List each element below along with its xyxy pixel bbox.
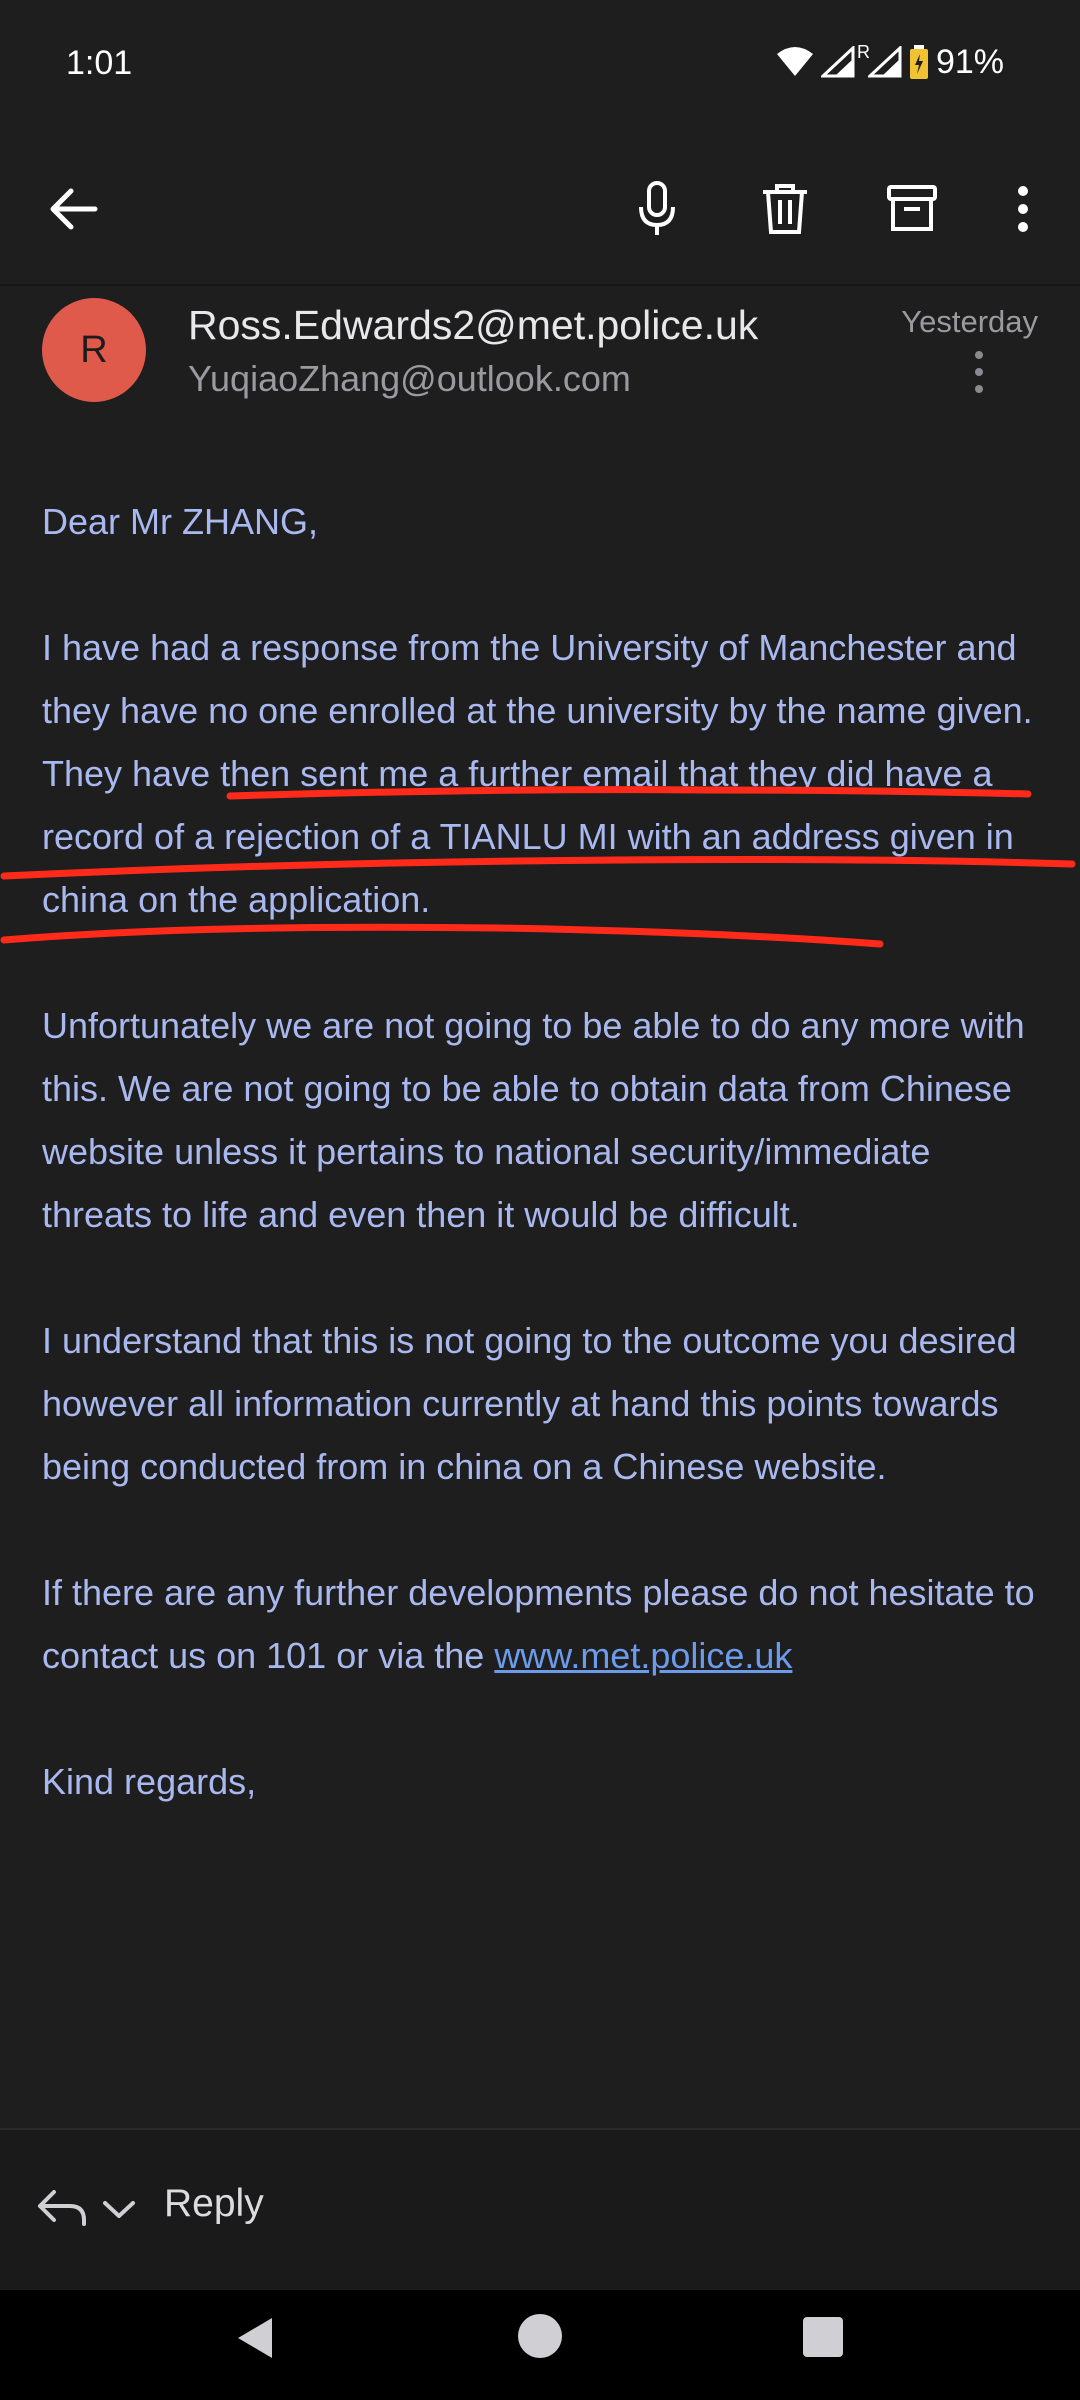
status-bar: 1:01 R 91% bbox=[0, 0, 1080, 134]
status-icons: R 91% bbox=[775, 42, 1004, 82]
back-arrow-icon bbox=[50, 188, 98, 230]
chevron-down-icon bbox=[103, 2201, 135, 2218]
trash-icon bbox=[763, 184, 807, 234]
nav-home-button[interactable] bbox=[516, 2312, 566, 2362]
roaming-indicator: R bbox=[856, 41, 870, 62]
body-paragraph-1: I have had a response from the Universit… bbox=[42, 627, 1033, 920]
email-body: Dear Mr ZHANG, I have had a response fro… bbox=[42, 490, 1042, 1876]
battery-percent: 91% bbox=[935, 42, 1004, 81]
reply-label[interactable]: Reply bbox=[164, 2182, 264, 2226]
more-options-button[interactable] bbox=[988, 174, 1058, 244]
wifi-icon bbox=[776, 47, 813, 76]
body-paragraph-2: Unfortunately we are not going to be abl… bbox=[42, 1005, 1025, 1235]
message-options-button[interactable] bbox=[974, 350, 984, 399]
greeting: Dear Mr ZHANG, bbox=[42, 501, 319, 542]
nav-home-icon bbox=[518, 2314, 562, 2358]
closing-paragraph: If there are any further developments pl… bbox=[42, 1561, 1042, 1687]
archive-button[interactable] bbox=[877, 174, 947, 244]
delete-button[interactable] bbox=[750, 174, 820, 244]
signoff: Kind regards, bbox=[42, 1761, 257, 1802]
reply-bar: Reply bbox=[0, 2128, 1080, 2290]
signal-icon bbox=[820, 46, 855, 78]
nav-recents-button[interactable] bbox=[802, 2316, 846, 2360]
dictate-button[interactable] bbox=[622, 174, 692, 244]
system-navigation-bar bbox=[0, 2290, 1080, 2400]
more-vert-icon bbox=[1018, 186, 1028, 232]
battery-icon bbox=[909, 45, 928, 79]
microphone-icon bbox=[639, 181, 675, 235]
sender-avatar[interactable]: R bbox=[42, 298, 146, 402]
email-header: R Ross.Edwards2@met.police.uk YuqiaoZhan… bbox=[0, 286, 1080, 436]
nav-back-button[interactable] bbox=[232, 2314, 282, 2364]
back-button[interactable] bbox=[38, 174, 108, 244]
recipient-address[interactable]: YuqiaoZhang@outlook.com bbox=[188, 358, 631, 400]
status-time: 1:01 bbox=[66, 44, 133, 82]
body-paragraph-3: I understand that this is not going to t… bbox=[42, 1320, 1017, 1487]
nav-recents-icon bbox=[803, 2317, 843, 2357]
archive-icon bbox=[887, 185, 937, 231]
nav-back-icon bbox=[238, 2318, 272, 2358]
signal-roaming-icon bbox=[867, 46, 902, 78]
reply-icon bbox=[38, 2190, 86, 2226]
toolbar bbox=[0, 134, 1080, 284]
more-vert-icon bbox=[975, 351, 983, 393]
website-link[interactable]: www.met.police.uk bbox=[494, 1635, 792, 1676]
sender-address[interactable]: Ross.Edwards2@met.police.uk bbox=[188, 302, 758, 349]
email-date: Yesterday bbox=[901, 304, 1038, 339]
